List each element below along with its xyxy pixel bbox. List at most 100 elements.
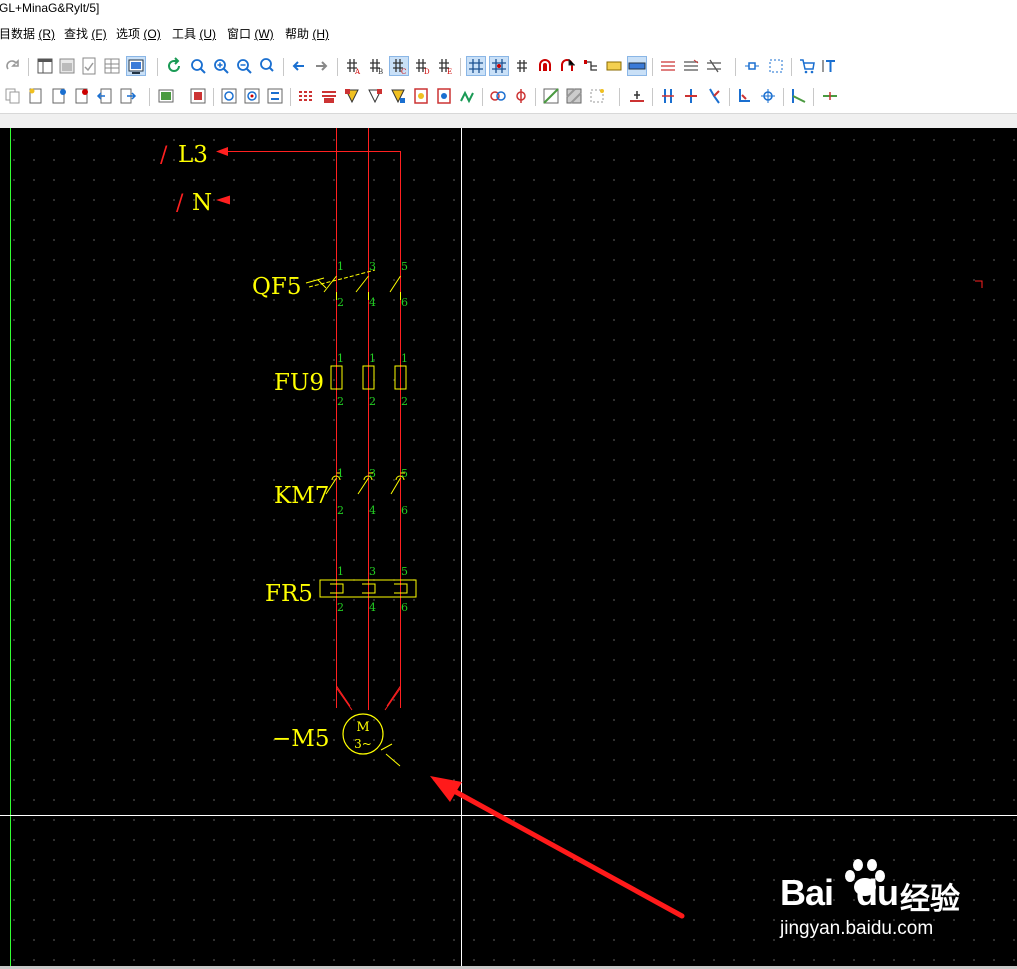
cross-lines-icon[interactable] (705, 57, 723, 75)
annotation-arrow (430, 776, 685, 919)
potential-icon[interactable] (489, 87, 507, 105)
menu-tools[interactable]: 工具 (U) (172, 26, 216, 42)
select-area-icon[interactable] (767, 57, 785, 75)
hatch-icon[interactable] (565, 87, 583, 105)
zoom-100-icon[interactable] (258, 57, 276, 75)
menu-bar: 目数据 (R) 查找 (F) 选项 (O) 工具 (U) 窗口 (W) 帮助 (… (0, 22, 1017, 44)
grid-c-icon[interactable]: C (389, 56, 409, 76)
zoom-window-icon[interactable] (189, 57, 207, 75)
menu-find[interactable]: 查找 (F) (64, 26, 107, 42)
page-info-icon[interactable] (50, 87, 68, 105)
cart-icon[interactable] (798, 57, 816, 75)
svg-text:E: E (447, 68, 452, 75)
refresh-icon[interactable] (165, 57, 183, 75)
page-edit-icon[interactable] (73, 87, 91, 105)
check-document-icon[interactable] (80, 57, 98, 75)
title-bar: GL+MinaG&Rylt/5] (0, 0, 1017, 22)
menu-options[interactable]: 选项 (O) (116, 26, 161, 42)
zoom-in-icon[interactable] (212, 57, 230, 75)
svg-text:3: 3 (369, 260, 376, 273)
toolbar-main: A B C D E (0, 54, 850, 80)
angle-icon[interactable] (705, 87, 723, 105)
tee-icon[interactable] (682, 87, 700, 105)
graphic-editor-icon[interactable] (126, 56, 146, 76)
schematic-canvas[interactable]: M 3~ / L3 / N QF5 FU9 KM7 FR5 −M5 1 3 5 … (0, 128, 1017, 966)
jumper-icon[interactable] (790, 87, 808, 105)
interrupt-icon[interactable] (659, 87, 677, 105)
line-connect-icon[interactable] (821, 87, 839, 105)
svg-text:2: 2 (337, 296, 344, 309)
terminal-strip-icon[interactable] (243, 87, 261, 105)
label-fr5[interactable]: FR5 (265, 581, 313, 607)
plug-icon[interactable] (266, 87, 284, 105)
svg-text:2: 2 (401, 395, 408, 408)
grid-b-icon[interactable]: B (367, 57, 385, 75)
schematic-drawing[interactable]: M 3~ / L3 / N QF5 FU9 KM7 FR5 −M5 1 3 5 … (0, 128, 1017, 966)
svg-text:2: 2 (369, 395, 376, 408)
copy-icon[interactable] (4, 87, 22, 105)
net-def-icon[interactable] (512, 87, 530, 105)
grid-e-icon[interactable]: E (436, 57, 454, 75)
label-qf5[interactable]: QF5 (252, 274, 301, 300)
cross-connect-icon[interactable] (759, 87, 777, 105)
ruler-icon[interactable] (627, 56, 647, 76)
label-fu9[interactable]: FU9 (274, 370, 324, 396)
graphic-icon[interactable] (542, 87, 560, 105)
placeholder-icon[interactable] (588, 87, 606, 105)
label-m5[interactable]: −M5 (272, 726, 329, 752)
lines-alt-icon[interactable] (682, 57, 700, 75)
cable-icon[interactable] (297, 87, 315, 105)
text-icon[interactable] (821, 57, 839, 75)
plc-box-icon[interactable] (412, 87, 430, 105)
corner-icon[interactable] (736, 87, 754, 105)
connection-icon[interactable] (582, 57, 600, 75)
svg-text:4: 4 (369, 504, 376, 517)
grid-d-icon[interactable]: D (413, 57, 431, 75)
window-layout-icon[interactable] (36, 57, 54, 75)
table-icon[interactable] (103, 57, 121, 75)
cable-def-icon[interactable] (320, 87, 338, 105)
menu-window[interactable]: 窗口 (W) (227, 26, 274, 42)
hash-icon[interactable] (513, 57, 531, 75)
svg-text:C: C (401, 68, 406, 75)
baidu-brand-left: Bai (780, 872, 834, 913)
baidu-url: jingyan.baidu.com (780, 918, 934, 939)
baidu-brand-right: du (856, 872, 899, 913)
svg-text:6: 6 (401, 504, 408, 517)
ref-l3[interactable]: / L3 (160, 142, 228, 168)
page-preview-icon[interactable] (58, 57, 76, 75)
structure-box-icon[interactable] (366, 87, 384, 105)
svg-text:3: 3 (369, 565, 376, 578)
zoom-out-icon[interactable] (235, 57, 253, 75)
insert-macro-icon[interactable] (157, 87, 175, 105)
grid-a-icon[interactable]: A (344, 57, 362, 75)
align-icon[interactable] (628, 87, 646, 105)
redo-icon[interactable] (4, 57, 22, 75)
menu-help[interactable]: 帮助 (H) (285, 26, 329, 42)
label-icon[interactable] (605, 57, 623, 75)
plc-connect-icon[interactable] (435, 87, 453, 105)
bus-icon[interactable] (458, 87, 476, 105)
magnet-grid-icon[interactable] (559, 57, 577, 75)
pin-numbers: 1 3 5 2 4 6 1 1 1 2 2 2 1 3 5 2 4 6 1 3 … (337, 260, 408, 614)
grid-toggle-icon[interactable] (466, 56, 486, 76)
new-page-icon[interactable] (27, 87, 45, 105)
svg-text:5: 5 (401, 565, 408, 578)
location-box-icon[interactable] (389, 87, 407, 105)
device-icon[interactable] (189, 87, 207, 105)
menu-project-data[interactable]: 目数据 (R) (0, 26, 55, 42)
page-prev-icon[interactable] (96, 87, 114, 105)
svg-text:1: 1 (401, 352, 408, 365)
black-box-icon[interactable] (343, 87, 361, 105)
snap-grid-icon[interactable] (489, 56, 509, 76)
label-km7[interactable]: KM7 (274, 483, 329, 509)
node-icon[interactable] (743, 57, 761, 75)
magnet-icon[interactable] (536, 57, 554, 75)
ref-n[interactable]: / N (176, 190, 230, 216)
lines-icon[interactable] (659, 57, 677, 75)
svg-text:1: 1 (369, 352, 376, 365)
arrow-left-icon[interactable] (290, 57, 308, 75)
page-next-icon[interactable] (119, 87, 137, 105)
terminal-icon[interactable] (220, 87, 238, 105)
arrow-right-icon[interactable] (312, 57, 330, 75)
